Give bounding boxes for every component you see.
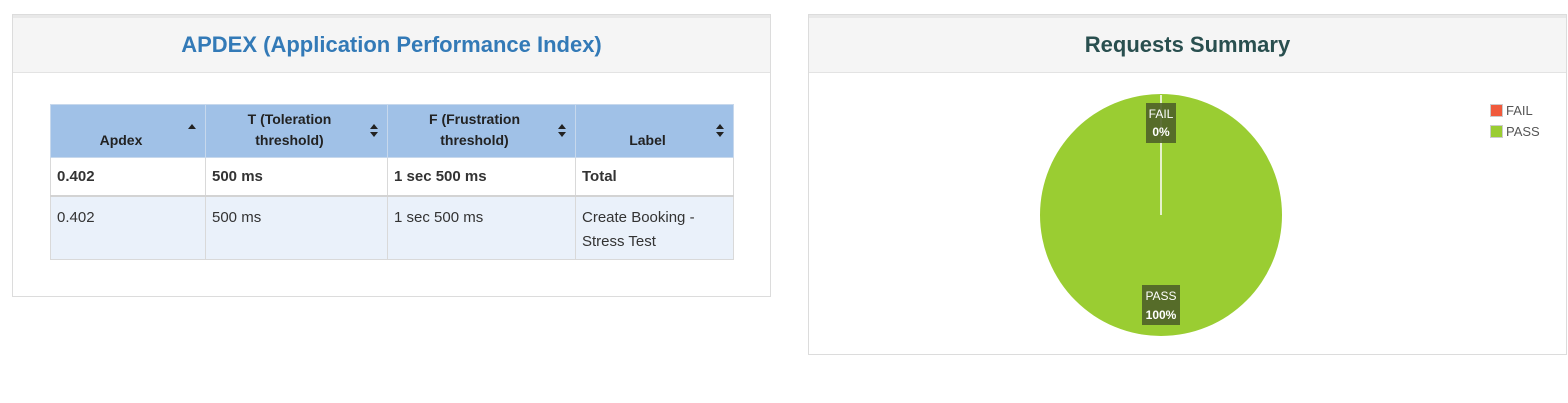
legend-swatch-pass xyxy=(1490,125,1503,138)
legend-swatch-fail xyxy=(1490,104,1503,117)
sort-ascending-icon xyxy=(188,124,196,138)
apdex-title: APDEX (Application Performance Index) xyxy=(181,32,602,57)
apdex-panel: APDEX (Application Performance Index) Ap… xyxy=(12,14,771,297)
table-row: 0.402 500 ms 1 sec 500 ms Create Booking… xyxy=(50,195,734,260)
pie-label-fail: FAIL 0% xyxy=(1146,103,1176,143)
svg-text:100%: 100% xyxy=(1146,308,1177,322)
svg-text:PASS: PASS xyxy=(1145,289,1176,303)
legend-item-pass[interactable]: PASS xyxy=(1490,121,1540,142)
cell-toleration: 500 ms xyxy=(205,195,388,260)
cell-frustration: 1 sec 500 ms xyxy=(387,195,576,260)
column-header-label[interactable]: Label xyxy=(575,104,734,158)
requests-summary-panel: Requests Summary FAIL 0% PASS 100% FAIL … xyxy=(808,14,1567,355)
apdex-panel-header: APDEX (Application Performance Index) xyxy=(13,15,770,73)
sort-icon xyxy=(558,124,566,138)
cell-apdex: 0.402 xyxy=(50,195,206,260)
cell-toleration: 500 ms xyxy=(205,157,388,197)
cell-label: Total xyxy=(575,157,734,197)
column-header-frustration[interactable]: F (Frustration threshold) xyxy=(387,104,576,158)
column-header-toleration[interactable]: T (Toleration threshold) xyxy=(205,104,388,158)
apdex-table: Apdex T (Toleration threshold) F (Frustr… xyxy=(50,104,734,260)
svg-text:FAIL: FAIL xyxy=(1149,107,1174,121)
cell-label: Create Booking - Stress Test xyxy=(575,195,734,260)
sort-icon xyxy=(716,124,724,138)
cell-frustration: 1 sec 500 ms xyxy=(387,157,576,197)
legend-item-fail[interactable]: FAIL xyxy=(1490,100,1540,121)
svg-text:0%: 0% xyxy=(1152,125,1170,139)
requests-pie-chart: FAIL 0% PASS 100% xyxy=(1040,94,1282,336)
table-row-total: 0.402 500 ms 1 sec 500 ms Total xyxy=(50,157,734,197)
pie-label-pass: PASS 100% xyxy=(1142,285,1180,325)
column-header-apdex[interactable]: Apdex xyxy=(50,104,206,158)
sort-icon xyxy=(370,124,378,138)
chart-legend: FAIL PASS xyxy=(1490,100,1540,142)
cell-apdex: 0.402 xyxy=(50,157,206,197)
